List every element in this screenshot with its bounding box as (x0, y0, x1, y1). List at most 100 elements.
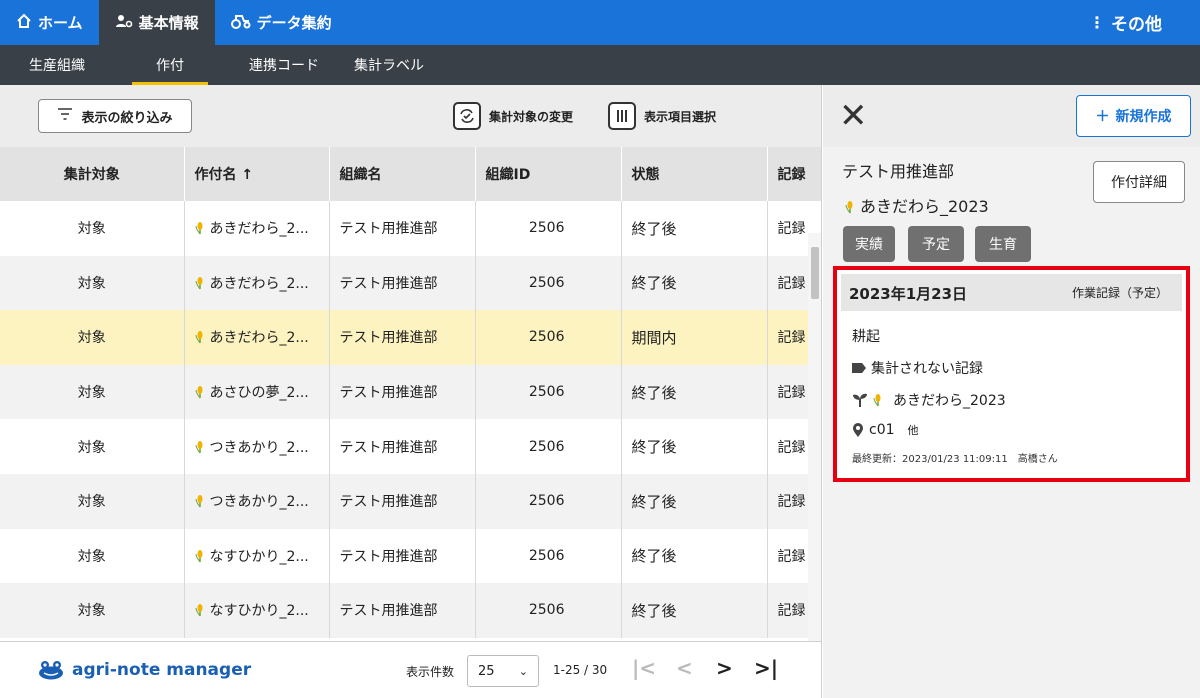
table-row[interactable]: 対象 あさひの夢_2... テスト用推進部 2506 終了後 記録 (0, 364, 821, 420)
cell-crop-name: なすひかり_2... (184, 528, 330, 584)
tab-production-org[interactable]: 生産組織 (0, 45, 114, 85)
top-nav: ホーム 基本情報 データ集約 ⋮ その他 (0, 0, 1200, 45)
nav-home-label: ホーム (38, 14, 83, 32)
tag-icon (852, 363, 866, 373)
cell-org-id: 2506 (475, 528, 622, 584)
card-field-more: 他 (907, 424, 919, 437)
table-row[interactable]: 対象 つきあかり_2... テスト用推進部 2506 終了後 記録 (0, 419, 821, 474)
cell-org-name: テスト用推進部 (329, 255, 476, 311)
new-create-button[interactable]: ＋ 新規作成 (1076, 95, 1191, 137)
columns-icon (608, 102, 636, 130)
nav-basic-info[interactable]: 基本情報 (98, 0, 215, 45)
col-header-crop-name[interactable]: 作付名 ↑ (184, 147, 330, 201)
next-page-icon[interactable]: > (716, 656, 733, 680)
cell-org-name: テスト用推進部 (329, 419, 476, 474)
cell-org-id: 2506 (475, 419, 622, 474)
crop-name-text: つきあかり_2... (209, 494, 309, 511)
select-columns-button[interactable]: 表示項目選択 (608, 99, 716, 133)
rice-icon (845, 201, 853, 214)
planting-table: 集計対象 作付名 ↑ 組織名 組織ID 状態 記録 対象 あきだわら_2... … (0, 147, 821, 638)
col-header-status[interactable]: 状態 (621, 147, 768, 201)
last-page-icon[interactable]: >| (754, 656, 778, 680)
more-vertical-icon: ⋮ (1089, 13, 1105, 32)
table-row[interactable]: 対象 つきあかり_2... テスト用推進部 2506 終了後 記録 (0, 473, 821, 529)
chip-planned[interactable]: 予定 (908, 226, 964, 262)
cell-target: 対象 (0, 583, 185, 638)
select-columns-label: 表示項目選択 (644, 109, 717, 124)
work-record-card[interactable]: 2023年1月23日 作業記録（予定） 耕起 集計されない記録 あきだわら_20… (833, 266, 1190, 482)
card-task: 耕起 (852, 329, 880, 345)
nav-home[interactable]: ホーム (0, 0, 99, 45)
cell-org-name: テスト用推進部 (329, 473, 476, 529)
cell-status: 終了後 (621, 255, 768, 311)
nav-data-summary[interactable]: データ集約 (215, 0, 348, 45)
cell-target: 対象 (0, 255, 185, 311)
logo-text: agri-note manager (72, 660, 252, 680)
table-header-row: 集計対象 作付名 ↑ 組織名 組織ID 状態 記録 (0, 147, 821, 201)
tab-link-code[interactable]: 連携コード (228, 45, 340, 85)
cell-target: 対象 (0, 419, 185, 474)
chevron-down-icon: ⌄ (518, 664, 528, 678)
col-header-target[interactable]: 集計対象 (0, 147, 185, 201)
cell-target: 対象 (0, 364, 185, 420)
crop-name-text: あきだわら_2... (209, 275, 309, 292)
rice-icon (195, 222, 202, 235)
rice-icon (195, 440, 202, 453)
per-page-label: 表示件数 (406, 665, 455, 679)
card-last-updated: 最終更新：2023/01/23 11:09:11 高橋さん (852, 454, 1058, 465)
rice-icon (195, 276, 202, 290)
col-header-org-name[interactable]: 組織名 (329, 147, 476, 201)
planting-detail-button[interactable]: 作付詳細 (1093, 161, 1185, 203)
prev-page-icon[interactable]: < (676, 656, 693, 680)
refresh-check-icon (453, 102, 481, 130)
table-row[interactable]: 対象 なすひかり_2... テスト用推進部 2506 終了後 記録 (0, 528, 821, 584)
cell-org-name: テスト用推進部 (329, 528, 476, 584)
col-header-org-id[interactable]: 組織ID (475, 147, 622, 201)
card-type: 作業記録（予定） (1071, 286, 1168, 300)
first-page-icon[interactable]: |< (632, 656, 656, 680)
nav-more-label: その他 (1111, 15, 1162, 35)
panel-crop-text: あきだわら_2023 (860, 197, 989, 216)
rice-icon (195, 549, 202, 563)
tab-summary-label[interactable]: 集計ラベル (344, 45, 434, 85)
chip-growth[interactable]: 生育 (975, 226, 1031, 262)
nav-more[interactable]: ⋮ その他 (1073, 0, 1200, 45)
location-pin-icon (853, 423, 863, 437)
nav-data-summary-label: データ集約 (256, 14, 332, 32)
change-target-button[interactable]: 集計対象の変更 (453, 99, 573, 133)
card-crop-text: あきだわら_2023 (893, 393, 1006, 409)
cell-crop-name: つきあかり_2... (184, 419, 330, 474)
list-footer: agri-note manager 表示件数 25 ⌄ 1-25 / 30 |<… (0, 641, 822, 698)
table-row[interactable]: 対象 あきだわら_2... テスト用推進部 2506 終了後 記録 (0, 201, 821, 256)
panel-crop-name: あきだわら_2023 (845, 193, 989, 217)
table-row[interactable]: 対象 なすひかり_2... テスト用推進部 2506 終了後 記録 (0, 583, 821, 638)
rice-icon (873, 394, 881, 407)
chip-actual[interactable]: 実績 (843, 226, 895, 262)
card-header: 2023年1月23日 作業記録（予定） (841, 274, 1182, 311)
cell-status: 終了後 (621, 419, 768, 474)
tab-planting[interactable]: 作付 (132, 45, 208, 85)
frog-logo-icon (39, 661, 63, 680)
crop-name-text: あきだわら_2... (209, 221, 309, 238)
per-page-select[interactable]: 25 ⌄ (467, 655, 539, 687)
cell-org-id: 2506 (475, 364, 622, 420)
cell-crop-name: あきだわら_2... (184, 310, 330, 365)
col-header-record[interactable]: 記録 (767, 147, 821, 201)
vertical-scrollbar[interactable]: ▼ (808, 233, 821, 641)
panel-header: ✕ ＋ 新規作成 (823, 85, 1200, 147)
panel-org-name: テスト用推進部 (842, 162, 955, 181)
table-row[interactable]: 対象 あきだわら_2... テスト用推進部 2506 終了後 記録 (0, 255, 821, 311)
cell-status: 終了後 (621, 473, 768, 529)
table-row-selected[interactable]: 対象 あきだわら_2... テスト用推進部 2506 期間内 記録 (0, 310, 821, 365)
vertical-scroll-thumb[interactable] (811, 247, 819, 299)
card-field-text: c01 (869, 422, 895, 438)
list-toolbar: 表示の絞り込み 集計対象の変更 表示項目選択 (0, 85, 821, 147)
rice-icon (195, 331, 202, 344)
main-list-area: 表示の絞り込み 集計対象の変更 表示項目選択 集計対象 作付名 ↑ 組織名 組織… (0, 85, 822, 641)
close-icon[interactable]: ✕ (839, 99, 868, 133)
cell-target: 対象 (0, 473, 185, 529)
filter-button[interactable]: 表示の絞り込み (38, 99, 192, 133)
cell-crop-name: あさひの夢_2... (184, 364, 330, 420)
cell-crop-name: あきだわら_2... (184, 201, 330, 256)
card-label-row: 集計されない記録 (852, 358, 983, 378)
